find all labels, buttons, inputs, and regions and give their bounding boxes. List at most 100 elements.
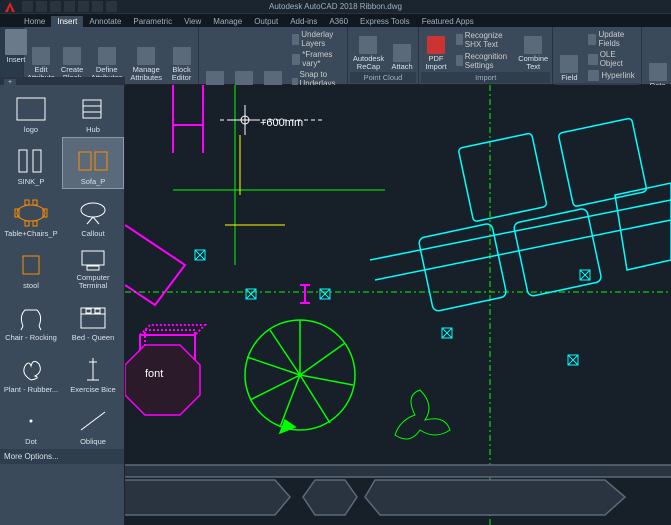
palette-thumb-icon xyxy=(73,196,113,230)
block-editor-button[interactable]: Block Editor xyxy=(167,28,196,83)
palette-thumb-icon xyxy=(73,300,113,334)
combine-text-label: Combine Text xyxy=(518,55,548,71)
define-attributes-button[interactable]: Define Attributes xyxy=(88,28,125,83)
palette-item-label: Callout xyxy=(81,230,104,238)
palette-item-label: Computer Terminal xyxy=(65,274,121,290)
palette-item-table-chairs-p[interactable]: Table+Chairs_P xyxy=(0,189,62,241)
pc-attach-button[interactable]: Attach xyxy=(388,28,416,72)
font-annotation: font xyxy=(145,368,163,380)
define-attributes-icon xyxy=(98,47,116,65)
tab-manage[interactable]: Manage xyxy=(207,16,248,27)
palette-item-label: Table+Chairs_P xyxy=(4,230,57,238)
qat-new-icon[interactable] xyxy=(22,1,33,12)
recognize-shx-button[interactable]: Recognize SHX Text xyxy=(454,30,513,50)
tab-parametric[interactable]: Parametric xyxy=(127,16,178,27)
recognition-settings-label: Recognition Settings xyxy=(465,52,511,70)
manage-attributes-icon xyxy=(137,47,155,65)
palette-item-label: logo xyxy=(24,126,38,134)
palette-thumb-icon xyxy=(73,144,113,178)
tab-a360[interactable]: A360 xyxy=(323,16,354,27)
underlay-layers-button[interactable]: Underlay Layers xyxy=(290,29,343,49)
palette-item-label: Hub xyxy=(86,126,100,134)
pointcloud-panel-title: Point Cloud xyxy=(350,72,416,83)
palette-item-label: Exercise Bice xyxy=(70,386,115,394)
palette-more-options[interactable]: More Options... xyxy=(0,449,124,464)
tab-addins[interactable]: Add-ins xyxy=(284,16,323,27)
palette-item-sink-p[interactable]: SINK_P xyxy=(0,137,62,189)
palette-item-chair-rocking[interactable]: Chair - Rocking xyxy=(0,293,62,345)
field-button[interactable]: Field xyxy=(555,28,583,83)
drawing-svg xyxy=(125,85,671,525)
frames-icon xyxy=(292,54,300,65)
panel-insert: Insert xyxy=(0,27,24,84)
palette-item-dot[interactable]: Dot xyxy=(0,397,62,449)
palette-item-hub[interactable]: Hub xyxy=(62,85,124,137)
panel-data: Field Update Fields OLE Object Hyperlink… xyxy=(553,27,641,84)
recognize-shx-icon xyxy=(456,34,463,45)
qat-plot-icon[interactable] xyxy=(78,1,89,12)
recap-label: Autodesk ReCap xyxy=(353,55,384,71)
ribbon-tabs: Home Insert Annotate Parametric View Man… xyxy=(0,14,671,27)
create-block-icon xyxy=(63,47,81,65)
palette-item-computer-terminal[interactable]: Computer Terminal xyxy=(62,241,124,293)
update-fields-icon xyxy=(588,34,596,45)
tab-view[interactable]: View xyxy=(178,16,207,27)
palette-item-logo[interactable]: logo xyxy=(0,85,62,137)
palette-thumb-icon xyxy=(11,144,51,178)
palette-thumb-icon xyxy=(11,300,51,334)
update-fields-label: Update Fields xyxy=(598,30,634,48)
create-block-button[interactable]: Create Block xyxy=(57,28,87,83)
palette-item-sofa-p[interactable]: Sofa_P xyxy=(62,137,124,189)
tab-home[interactable]: Home xyxy=(18,16,51,27)
field-label: Field xyxy=(561,74,577,82)
edit-attribute-icon xyxy=(32,47,50,65)
edit-attribute-button[interactable]: Edit Attribute xyxy=(26,28,56,83)
field-icon xyxy=(560,55,578,73)
recap-button[interactable]: Autodesk ReCap xyxy=(350,28,387,72)
qat-save-icon[interactable] xyxy=(50,1,61,12)
qat-redo-icon[interactable] xyxy=(106,1,117,12)
palette-item-label: Bed - Queen xyxy=(72,334,115,342)
tab-annotate[interactable]: Annotate xyxy=(83,16,127,27)
palette-thumb-icon xyxy=(11,248,51,282)
palette-item-label: SINK_P xyxy=(18,178,45,186)
palette-thumb-icon xyxy=(11,404,51,438)
palette-thumb-icon xyxy=(73,92,113,126)
recognize-shx-label: Recognize SHX Text xyxy=(465,31,511,49)
tab-output[interactable]: Output xyxy=(248,16,284,27)
panel-reference: Attach Clip Adjust Underlay Layers *Fram… xyxy=(199,27,348,84)
palette-item-stool[interactable]: stool xyxy=(0,241,62,293)
palette-item-label: stool xyxy=(23,282,39,290)
palette-thumb-icon xyxy=(73,352,113,386)
palette-item-oblique[interactable]: Oblique xyxy=(62,397,124,449)
pc-attach-label: Attach xyxy=(391,63,412,71)
palette-item-label: Oblique xyxy=(80,438,106,446)
tab-insert[interactable]: Insert xyxy=(51,16,83,27)
palette-item-exercise-bice[interactable]: Exercise Bice xyxy=(62,345,124,397)
app-logo xyxy=(4,1,16,13)
qat-undo-icon[interactable] xyxy=(92,1,103,12)
drawing-canvas[interactable]: +600mm font xyxy=(125,85,671,525)
palette-thumb-icon xyxy=(73,244,113,274)
palette-thumb-icon xyxy=(11,196,51,230)
tab-featured-apps[interactable]: Featured Apps xyxy=(416,16,480,27)
tab-express-tools[interactable]: Express Tools xyxy=(354,16,416,27)
panel-linking: Data Link Download from Source Upload to… xyxy=(642,27,671,84)
manage-attributes-button[interactable]: Manage Attributes xyxy=(126,28,166,83)
qat-open-icon[interactable] xyxy=(36,1,47,12)
frames-vary-label: *Frames vary* xyxy=(302,50,341,68)
palette-item-label: Sofa_P xyxy=(81,178,106,186)
combine-text-button[interactable]: Combine Text xyxy=(516,28,550,72)
palette-item-bed-queen[interactable]: Bed - Queen xyxy=(62,293,124,345)
hyperlink-button[interactable]: Hyperlink xyxy=(586,69,636,82)
update-fields-button[interactable]: Update Fields xyxy=(586,29,636,49)
palette-item-callout[interactable]: Callout xyxy=(62,189,124,241)
palette-item-plant-rubber-[interactable]: Plant - Rubber... xyxy=(0,345,62,397)
pdf-import-button[interactable]: PDF Import xyxy=(421,28,451,72)
recognition-settings-button[interactable]: Recognition Settings xyxy=(454,51,513,71)
ole-object-button[interactable]: OLE Object xyxy=(586,49,636,69)
frames-vary-button[interactable]: *Frames vary* xyxy=(290,49,343,69)
qat-saveas-icon[interactable] xyxy=(64,1,75,12)
dimension-text: +600mm xyxy=(260,117,303,129)
recognition-settings-icon xyxy=(456,55,463,66)
